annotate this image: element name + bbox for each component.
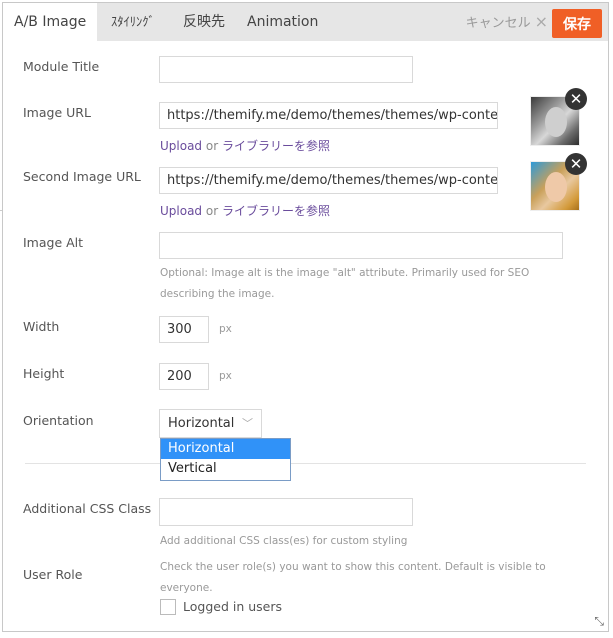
height-label: Height [23, 366, 65, 381]
second-image-url-links: Upload or ライブラリーを参照 [160, 202, 330, 219]
browse-library-link[interactable]: ライブラリーを参照 [222, 139, 330, 153]
remove-image-icon[interactable]: ✕ [565, 88, 587, 110]
image-alt-input[interactable] [159, 232, 563, 259]
orientation-label: Orientation [23, 413, 94, 428]
logged-in-users-checkbox[interactable] [160, 599, 176, 615]
portrait-face [545, 172, 567, 202]
cancel-button[interactable]: キャンセル × [466, 3, 548, 41]
width-input[interactable]: 300 [159, 316, 209, 343]
height-unit: px [219, 370, 232, 382]
width-unit: px [219, 323, 232, 335]
image-alt-label: Image Alt [23, 235, 84, 250]
width-label: Width [23, 319, 60, 334]
tab-ab-image[interactable]: A/B Image [3, 3, 98, 43]
css-class-input[interactable] [159, 498, 413, 526]
second-image-url-label: Second Image URL [23, 169, 141, 184]
module-title-label: Module Title [23, 59, 100, 74]
second-image-url-input[interactable]: https://themify.me/demo/themes/themes/wp… [159, 167, 498, 194]
tab-visibility[interactable]: 反映先 [183, 3, 225, 41]
image-url-links: Upload or ライブラリーを参照 [160, 137, 330, 154]
user-role-label: User Role [23, 567, 83, 582]
tab-styling[interactable]: ｽﾀｲﾘﾝｸﾞ [111, 3, 155, 41]
or-text: or [205, 204, 219, 218]
image-url-input[interactable]: https://themify.me/demo/themes/themes/wp… [159, 102, 498, 129]
logged-in-users-label[interactable]: Logged in users [183, 599, 282, 614]
user-role-help: Check the user role(s) you want to show … [160, 561, 546, 594]
resize-handle-icon[interactable]: ⤡ [594, 614, 604, 629]
orientation-dropdown: Horizontal Vertical [160, 438, 291, 481]
image-alt-help: Optional: Image alt is the image "alt" a… [160, 267, 530, 300]
orientation-value: Horizontal [168, 416, 235, 431]
save-button[interactable]: 保存 [552, 9, 602, 38]
browse-library-link[interactable]: ライブラリーを参照 [222, 204, 330, 218]
section-divider [25, 463, 586, 464]
cancel-label: キャンセル [465, 16, 531, 31]
css-class-label: Additional CSS Class [23, 501, 152, 516]
tab-animation[interactable]: Animation [247, 3, 318, 41]
orientation-select[interactable]: Horizontal ﹀ [159, 409, 262, 438]
or-text: or [205, 139, 219, 153]
portrait-face [545, 107, 567, 137]
upload-link[interactable]: Upload [160, 139, 202, 153]
close-icon: × [534, 12, 548, 31]
top-bar: A/B Image ｽﾀｲﾘﾝｸﾞ 反映先 Animation キャンセル × 保… [3, 3, 608, 43]
module-title-input[interactable] [159, 56, 413, 83]
upload-link[interactable]: Upload [160, 204, 202, 218]
css-class-help: Add additional CSS class(es) for custom … [160, 535, 408, 547]
option-horizontal[interactable]: Horizontal [161, 439, 290, 459]
height-input[interactable]: 200 [159, 363, 209, 390]
chevron-down-icon: ﹀ [242, 417, 253, 430]
module-settings-panel: A/B Image ｽﾀｲﾘﾝｸﾞ 反映先 Animation キャンセル × 保… [2, 2, 609, 632]
remove-second-image-icon[interactable]: ✕ [565, 153, 587, 175]
option-vertical[interactable]: Vertical [161, 459, 290, 479]
image-url-label: Image URL [23, 105, 91, 120]
